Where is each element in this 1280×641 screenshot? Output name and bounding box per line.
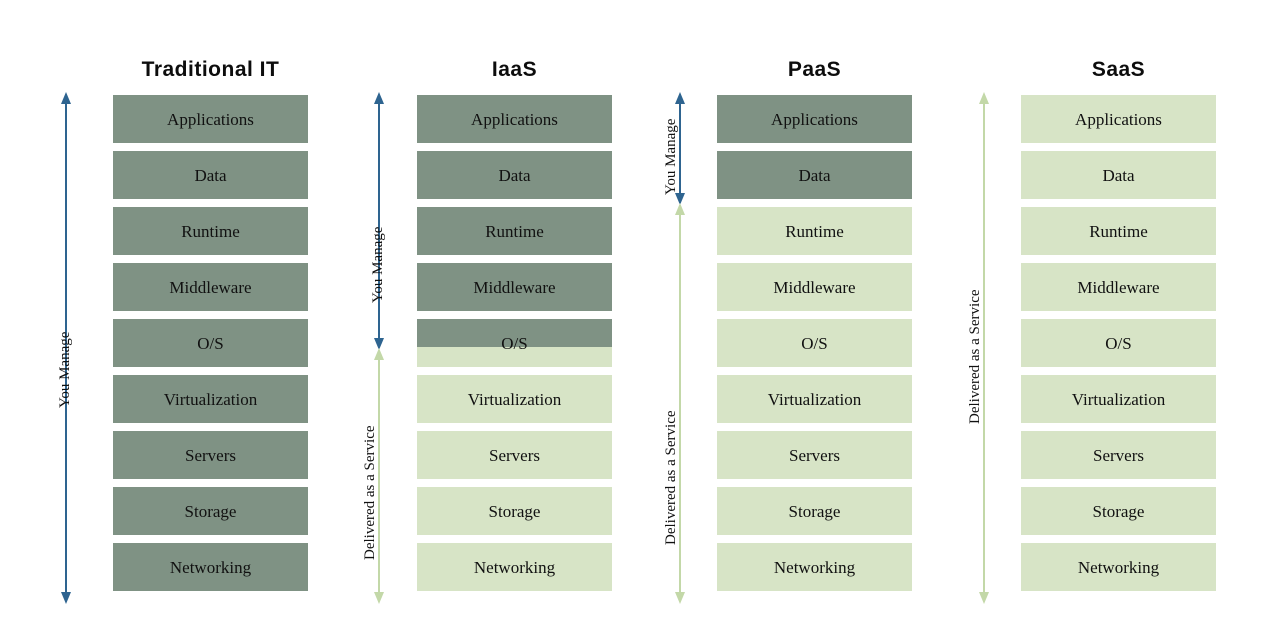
you-manage-label-iaas: You Manage xyxy=(370,226,386,303)
layer-storage-saas[interactable]: Storage xyxy=(1021,487,1216,535)
layer-label: Data xyxy=(1102,165,1135,185)
layer-label: Networking xyxy=(773,557,856,577)
layer-label: Middleware xyxy=(473,277,556,297)
layer-networking-paas[interactable]: Networking xyxy=(717,543,912,591)
layer-runtime-traditional-it[interactable]: Runtime xyxy=(113,207,308,255)
layer-servers-saas[interactable]: Servers xyxy=(1021,431,1216,479)
layer-middleware-saas[interactable]: Middleware xyxy=(1021,263,1216,311)
column-paas: PaaS Applications Data Runtime Middlewar… xyxy=(717,0,912,641)
layer-servers-paas[interactable]: Servers xyxy=(717,431,912,479)
layer-applications-paas[interactable]: Applications xyxy=(717,95,912,143)
arrow-group-iaas: You Manage Delivered as a Service xyxy=(355,0,415,641)
layer-label: Middleware xyxy=(169,277,252,297)
layer-label: Servers xyxy=(1093,445,1144,465)
column-iaas: IaaS Applications Data Runtime Middlewar… xyxy=(417,0,612,641)
layer-label: Data xyxy=(798,165,831,185)
layer-label: Storage xyxy=(488,501,541,521)
delivered-as-a-service-label-paas: Delivered as a Service xyxy=(663,410,679,545)
layer-middleware-iaas[interactable]: Middleware xyxy=(417,263,612,311)
column-traditional-it: Traditional IT Applications Data Runtime… xyxy=(113,0,308,641)
layer-os-traditional-it[interactable]: O/S xyxy=(113,319,308,367)
layer-storage-iaas[interactable]: Storage xyxy=(417,487,612,535)
layer-os-paas[interactable]: O/S xyxy=(717,319,912,367)
layer-applications-traditional-it[interactable]: Applications xyxy=(113,95,308,143)
layer-servers-traditional-it[interactable]: Servers xyxy=(113,431,308,479)
cloud-service-model-diagram: You Manage Traditional IT Applications D… xyxy=(0,0,1280,641)
layer-os-iaas[interactable]: O/S xyxy=(417,319,612,367)
layer-label: Networking xyxy=(1077,557,1160,577)
column-title-paas: PaaS xyxy=(787,58,842,81)
layer-middleware-traditional-it[interactable]: Middleware xyxy=(113,263,308,311)
layer-label: Applications xyxy=(471,109,558,129)
layer-label: Runtime xyxy=(1089,221,1148,241)
layer-label: Servers xyxy=(185,445,236,465)
layer-runtime-iaas[interactable]: Runtime xyxy=(417,207,612,255)
layer-label: Applications xyxy=(1075,109,1162,129)
layer-virtualization-iaas[interactable]: Virtualization xyxy=(417,375,612,423)
layer-storage-traditional-it[interactable]: Storage xyxy=(113,487,308,535)
layer-label: Virtualization xyxy=(163,389,258,409)
layer-data-paas[interactable]: Data xyxy=(717,151,912,199)
layer-label: Data xyxy=(498,165,531,185)
layer-networking-iaas[interactable]: Networking xyxy=(417,543,612,591)
column-title-traditional-it: Traditional IT xyxy=(141,58,280,81)
layer-label: O/S xyxy=(501,333,528,353)
delivered-as-a-service-label-saas: Delivered as a Service xyxy=(967,289,983,424)
layer-networking-traditional-it[interactable]: Networking xyxy=(113,543,308,591)
column-title-iaas: IaaS xyxy=(491,58,538,81)
layer-label: Runtime xyxy=(785,221,844,241)
layer-stack-saas: Applications Data Runtime Middleware O/S… xyxy=(1021,95,1216,591)
layer-label: O/S xyxy=(801,333,828,353)
layer-label: Storage xyxy=(1092,501,1145,521)
layer-label: Virtualization xyxy=(767,389,862,409)
layer-label: O/S xyxy=(197,333,224,353)
layer-label: Applications xyxy=(771,109,858,129)
layer-servers-iaas[interactable]: Servers xyxy=(417,431,612,479)
layer-data-traditional-it[interactable]: Data xyxy=(113,151,308,199)
layer-os-saas[interactable]: O/S xyxy=(1021,319,1216,367)
layer-label: O/S xyxy=(1105,333,1132,353)
layer-virtualization-traditional-it[interactable]: Virtualization xyxy=(113,375,308,423)
layer-virtualization-saas[interactable]: Virtualization xyxy=(1021,375,1216,423)
layer-label: Middleware xyxy=(773,277,856,297)
layer-label: Servers xyxy=(489,445,540,465)
layer-stack-paas: Applications Data Runtime Middleware O/S… xyxy=(717,95,912,591)
layer-applications-saas[interactable]: Applications xyxy=(1021,95,1216,143)
layer-runtime-paas[interactable]: Runtime xyxy=(717,207,912,255)
layer-label: Storage xyxy=(788,501,841,521)
layer-label: Middleware xyxy=(1077,277,1160,297)
layer-applications-iaas[interactable]: Applications xyxy=(417,95,612,143)
layer-label: Data xyxy=(194,165,227,185)
layer-stack-traditional-it: Applications Data Runtime Middleware O/S… xyxy=(113,95,308,591)
you-manage-label-traditional-it: You Manage xyxy=(57,331,73,408)
layer-label: Applications xyxy=(167,109,254,129)
layer-label: Storage xyxy=(184,501,237,521)
column-title-saas: SaaS xyxy=(1091,58,1146,81)
layer-runtime-saas[interactable]: Runtime xyxy=(1021,207,1216,255)
you-manage-arrow-iaas xyxy=(371,92,395,350)
arrow-group-traditional-it: You Manage xyxy=(50,0,110,641)
column-saas: SaaS Applications Data Runtime Middlewar… xyxy=(1021,0,1216,641)
layer-data-iaas[interactable]: Data xyxy=(417,151,612,199)
layer-label: Runtime xyxy=(181,221,240,241)
arrow-group-paas: You Manage Delivered as a Service xyxy=(648,0,708,641)
layer-label: Networking xyxy=(169,557,252,577)
layer-label: Virtualization xyxy=(1071,389,1166,409)
layer-storage-paas[interactable]: Storage xyxy=(717,487,912,535)
you-manage-label-paas: You Manage xyxy=(663,118,679,195)
layer-label: Servers xyxy=(789,445,840,465)
arrow-group-saas: Delivered as a Service xyxy=(948,0,1008,641)
layer-label: Virtualization xyxy=(467,389,562,409)
layer-label: Networking xyxy=(473,557,556,577)
layer-data-saas[interactable]: Data xyxy=(1021,151,1216,199)
layer-networking-saas[interactable]: Networking xyxy=(1021,543,1216,591)
layer-middleware-paas[interactable]: Middleware xyxy=(717,263,912,311)
layer-virtualization-paas[interactable]: Virtualization xyxy=(717,375,912,423)
delivered-as-a-service-label-iaas: Delivered as a Service xyxy=(362,425,378,560)
layer-stack-iaas: Applications Data Runtime Middleware O/S… xyxy=(417,95,612,591)
layer-label: Runtime xyxy=(485,221,544,241)
